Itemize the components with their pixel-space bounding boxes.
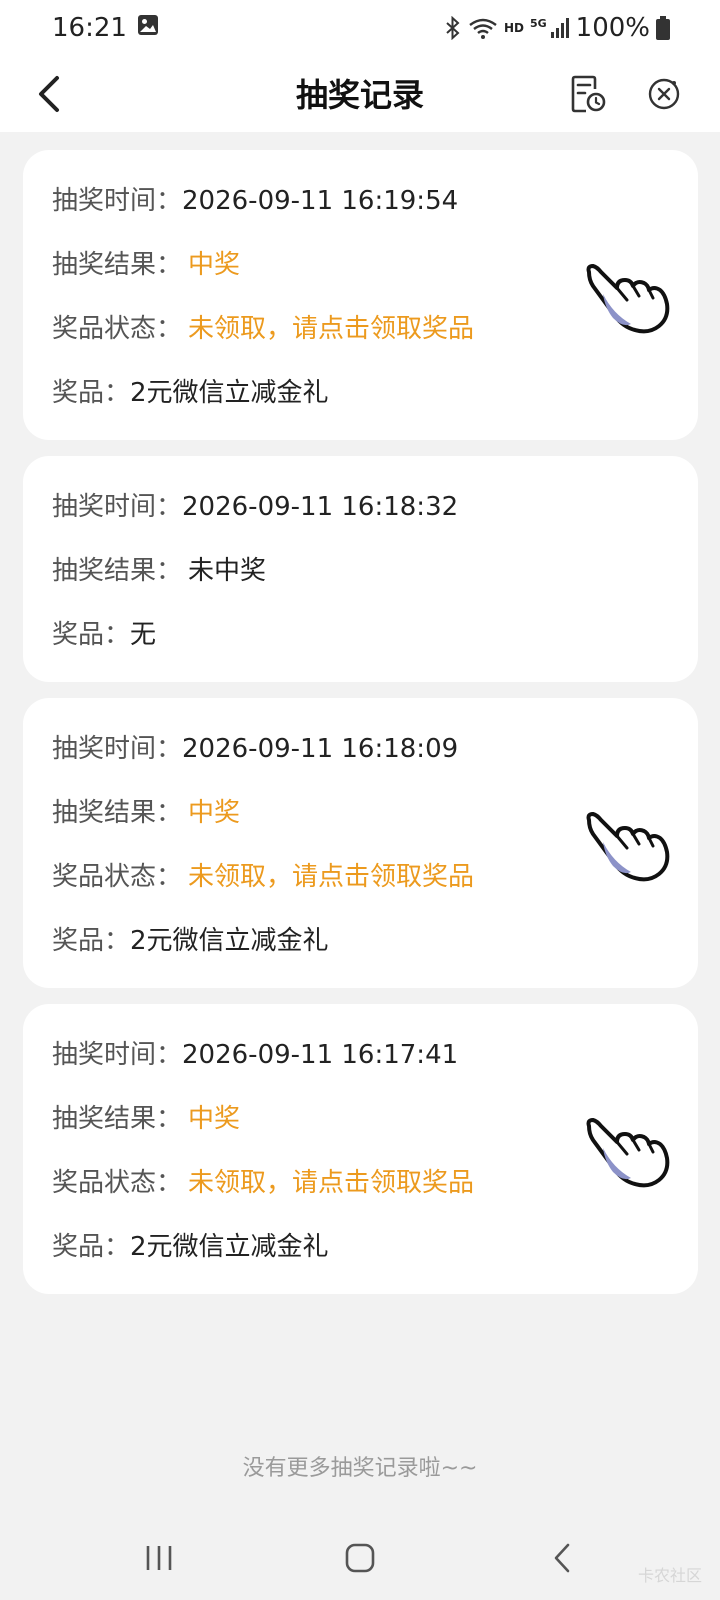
claim-prize-link[interactable]: 未领取，请点击领取奖品 <box>188 860 474 894</box>
pointing-hand-icon[interactable] <box>583 1112 679 1192</box>
record-prize-row: 奖品： 2元微信立减金礼 <box>52 926 329 956</box>
record-status-row[interactable]: 奖品状态： 未领取，请点击领取奖品 <box>52 860 474 894</box>
record-result-row: 抽奖结果： 未中奖 <box>52 556 267 586</box>
recent-apps-icon <box>146 1546 172 1570</box>
record-card: 抽奖时间： 2026-09-11 16:18:09 抽奖结果： 中奖 奖品状态：… <box>23 698 698 988</box>
home-icon <box>345 1543 375 1573</box>
record-prize-row: 奖品： 无 <box>52 620 157 650</box>
battery-icon <box>656 16 670 40</box>
record-time-row: 抽奖时间： 2026-09-11 16:19:54 <box>52 186 459 216</box>
record-status-row[interactable]: 奖品状态： 未领取，请点击领取奖品 <box>52 312 474 346</box>
history-button[interactable] <box>562 68 614 120</box>
pointing-hand-icon[interactable] <box>583 258 679 338</box>
recent-apps-button[interactable] <box>124 1530 194 1586</box>
pointing-hand-icon[interactable] <box>583 806 679 886</box>
image-icon <box>137 13 159 43</box>
record-time-row: 抽奖时间： 2026-09-11 16:17:41 <box>52 1040 459 1070</box>
network-type-label: HD <box>503 21 524 35</box>
record-prize-row: 奖品： 2元微信立减金礼 <box>52 1232 329 1262</box>
record-prize-row: 奖品： 2元微信立减金礼 <box>52 378 329 408</box>
claim-prize-link[interactable]: 未领取，请点击领取奖品 <box>188 312 474 346</box>
record-status-row[interactable]: 奖品状态： 未领取，请点击领取奖品 <box>52 1166 474 1200</box>
wifi-icon <box>468 16 498 40</box>
status-time: 16:21 <box>52 13 127 43</box>
watermark: 卡农社区 <box>637 1566 702 1585</box>
history-icon <box>571 75 606 113</box>
record-result-row: 抽奖结果： 中奖 <box>52 798 241 828</box>
battery-percent: 100% <box>575 13 650 43</box>
nav-back-button[interactable] <box>527 1530 597 1586</box>
record-time-row: 抽奖时间： 2026-09-11 16:18:09 <box>52 734 459 764</box>
close-button[interactable] <box>638 68 690 120</box>
record-result-row: 抽奖结果： 中奖 <box>52 1104 241 1134</box>
home-button[interactable] <box>325 1530 395 1586</box>
record-result-row: 抽奖结果： 中奖 <box>52 250 241 280</box>
signal-icon: 5G <box>530 17 570 39</box>
claim-prize-link[interactable]: 未领取，请点击领取奖品 <box>188 1166 474 1200</box>
record-card: 抽奖时间： 2026-09-11 16:18:32 抽奖结果： 未中奖 奖品： … <box>23 456 698 682</box>
no-more-records-note: 没有更多抽奖记录啦~~ <box>242 1456 478 1481</box>
status-bar: 16:21 HD 5G 100% <box>0 0 720 56</box>
close-circle-icon <box>648 78 680 110</box>
record-card: 抽奖时间： 2026-09-11 16:17:41 抽奖结果： 中奖 奖品状态：… <box>23 1004 698 1294</box>
record-card: 抽奖时间： 2026-09-11 16:19:54 抽奖结果： 中奖 奖品状态：… <box>23 150 698 440</box>
bluetooth-icon <box>444 16 462 40</box>
app-header: 抽奖记录 <box>0 56 720 132</box>
back-nav-icon <box>554 1543 570 1573</box>
system-navbar <box>0 1516 720 1600</box>
record-time-row: 抽奖时间： 2026-09-11 16:18:32 <box>52 492 459 522</box>
